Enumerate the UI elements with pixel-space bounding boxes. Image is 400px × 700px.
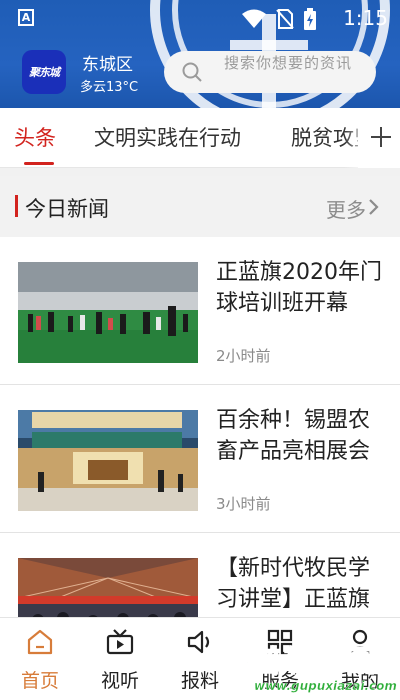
- wifi-icon: [242, 9, 266, 28]
- speaker-icon: [187, 630, 210, 654]
- site-watermark: 谷普软件园 www.gupuxiazai.com: [220, 636, 400, 700]
- chevron-right-icon[interactable]: [368, 198, 380, 216]
- status-icons: [242, 8, 316, 30]
- news-title: 【新时代牧民学习讲堂】正蓝旗: [216, 556, 371, 612]
- weather-label: 多云13°C: [80, 80, 139, 95]
- status-time: 1:15: [343, 6, 388, 30]
- status-app-icon: A: [18, 9, 34, 26]
- watermark-url: www.gupuxiazai.com: [254, 679, 397, 693]
- tv-icon: [106, 629, 134, 655]
- search-box[interactable]: 搜索你想要的资讯: [164, 51, 376, 93]
- search-icon: [182, 62, 202, 82]
- header-banner: A 1:15 聚东城 东城区 多云13°C 搜索你想要的资讯: [0, 0, 400, 108]
- app-logo[interactable]: 聚东城: [22, 50, 66, 94]
- search-placeholder: 搜索你想要的资讯: [224, 54, 353, 72]
- news-thumbnail-croquet: [18, 262, 198, 363]
- news-time: 3小时前: [216, 495, 271, 513]
- news-title: 正蓝旗2020年门球培训班开幕: [216, 260, 382, 316]
- no-sim-icon: [276, 9, 294, 29]
- news-title: 百余种！锡盟农畜产品亮相展会: [216, 408, 371, 464]
- tab-headlines[interactable]: 头条: [14, 122, 56, 152]
- home-icon: [27, 629, 53, 655]
- battery-icon: [304, 8, 316, 30]
- news-thumbnail-expo: [18, 410, 198, 511]
- news-item[interactable]: 正蓝旗2020年门球培训班开幕 2小时前: [0, 237, 400, 385]
- nav-video[interactable]: 视听: [80, 618, 160, 700]
- header-decoration-bar: [230, 40, 308, 50]
- nav-home[interactable]: 首页: [0, 618, 80, 700]
- more-link[interactable]: 更多: [326, 194, 366, 223]
- tab-civilization-practice[interactable]: 文明实践在行动: [94, 122, 241, 152]
- section-header: 今日新闻 更多: [0, 176, 400, 237]
- app-screen: A 1:15 聚东城 东城区 多云13°C 搜索你想要的资讯 头条 文明实践在行…: [0, 0, 400, 700]
- nav-label: 视听: [100, 670, 139, 692]
- watermark-text: 谷普软件园: [221, 643, 378, 679]
- add-tab-icon[interactable]: [358, 108, 400, 168]
- section-title: 今日新闻: [25, 197, 109, 221]
- district-label[interactable]: 东城区: [82, 50, 133, 75]
- category-tabs: 头条 文明实践在行动 脱贫攻坚: [0, 108, 400, 168]
- section-accent-bar: [15, 195, 18, 217]
- status-bar: A 1:15: [0, 0, 400, 36]
- news-time: 2小时前: [216, 347, 271, 365]
- nav-label: 首页: [20, 670, 59, 692]
- active-tab-indicator: [24, 162, 54, 165]
- news-item[interactable]: 百余种！锡盟农畜产品亮相展会 3小时前: [0, 385, 400, 533]
- divider: [0, 168, 400, 176]
